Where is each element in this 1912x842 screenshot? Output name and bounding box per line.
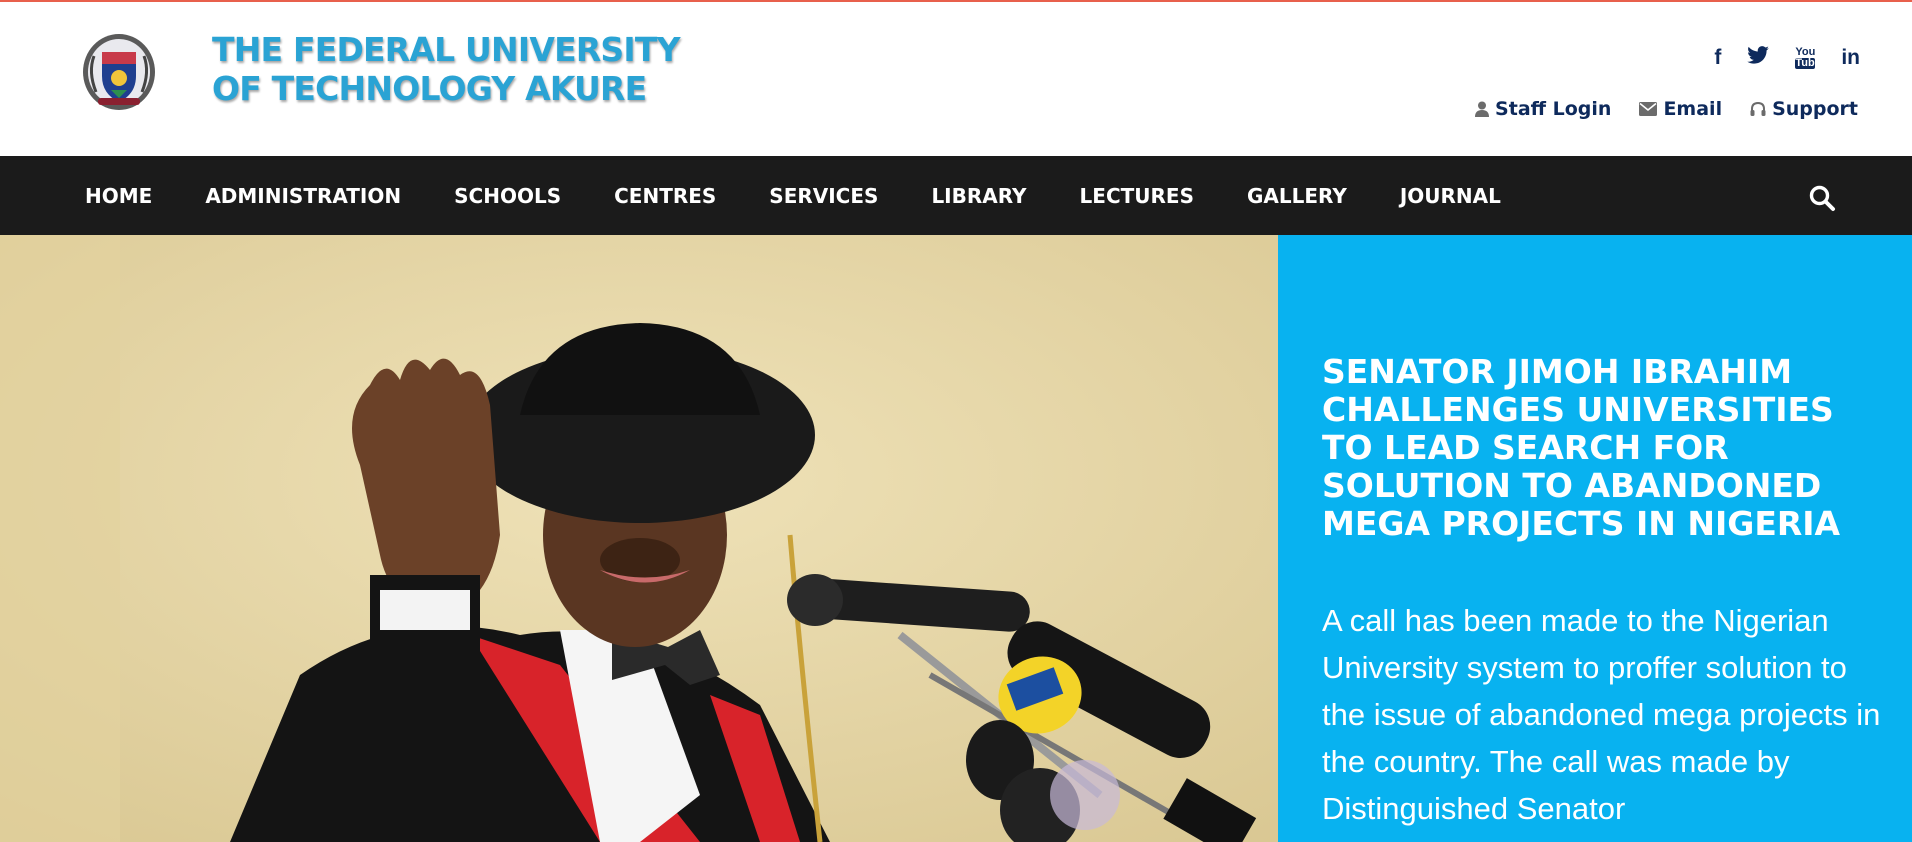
envelope-icon	[1639, 102, 1658, 116]
nav-item-schools[interactable]: SCHOOLS	[454, 184, 561, 208]
university-crest-logo[interactable]	[80, 32, 158, 112]
university-name-line1: THE FEDERAL UNIVERSITY	[212, 30, 680, 69]
nav-item-gallery[interactable]: GALLERY	[1247, 184, 1347, 208]
headphones-icon	[1750, 101, 1766, 116]
nav-item-journal[interactable]: JOURNAL	[1400, 184, 1501, 208]
main-navigation: HOME ADMINISTRATION SCHOOLS CENTRES SERV…	[0, 156, 1912, 235]
nav-item-centres[interactable]: CENTRES	[614, 184, 716, 208]
email-link[interactable]: Email	[1639, 98, 1722, 120]
nav-item-administration[interactable]: ADMINISTRATION	[205, 184, 401, 208]
social-links: f You Tube in	[1714, 46, 1860, 69]
youtube-icon-top: You	[1795, 45, 1816, 58]
youtube-icon-bottom: Tube	[1795, 56, 1821, 69]
university-name-line2: OF TECHNOLOGY AKURE	[212, 69, 647, 108]
facebook-icon[interactable]: f	[1714, 46, 1721, 69]
university-name[interactable]: THE FEDERAL UNIVERSITY OF TECHNOLOGY AKU…	[212, 30, 680, 108]
user-icon	[1475, 101, 1490, 117]
youtube-icon[interactable]: You Tube	[1795, 45, 1821, 69]
staff-login-label: Staff Login	[1495, 98, 1612, 120]
twitter-icon[interactable]	[1747, 46, 1770, 69]
email-label: Email	[1663, 98, 1723, 120]
nav-menu: HOME ADMINISTRATION SCHOOLS CENTRES SERV…	[85, 156, 1501, 235]
linkedin-icon[interactable]: in	[1841, 46, 1860, 69]
nav-item-services[interactable]: SERVICES	[769, 184, 878, 208]
hero-image[interactable]	[0, 235, 1278, 842]
featured-headline[interactable]: SENATOR JIMOH IBRAHIM CHALLENGES UNIVERS…	[1322, 353, 1882, 543]
featured-news-panel: SENATOR JIMOH IBRAHIM CHALLENGES UNIVERS…	[1278, 235, 1912, 842]
speaker-photo	[0, 235, 1278, 842]
support-link[interactable]: Support	[1750, 98, 1858, 120]
nav-item-library[interactable]: LIBRARY	[931, 184, 1026, 208]
support-label: Support	[1772, 98, 1858, 120]
featured-summary: A call has been made to the Nigerian Uni…	[1322, 603, 1881, 826]
nav-item-home[interactable]: HOME	[85, 184, 152, 208]
search-icon[interactable]	[1808, 184, 1836, 212]
utility-links: Staff Login Email Support	[1475, 98, 1858, 120]
staff-login-link[interactable]: Staff Login	[1475, 98, 1611, 120]
site-header: THE FEDERAL UNIVERSITY OF TECHNOLOGY AKU…	[0, 2, 1912, 156]
nav-item-lectures[interactable]: LECTURES	[1080, 184, 1194, 208]
